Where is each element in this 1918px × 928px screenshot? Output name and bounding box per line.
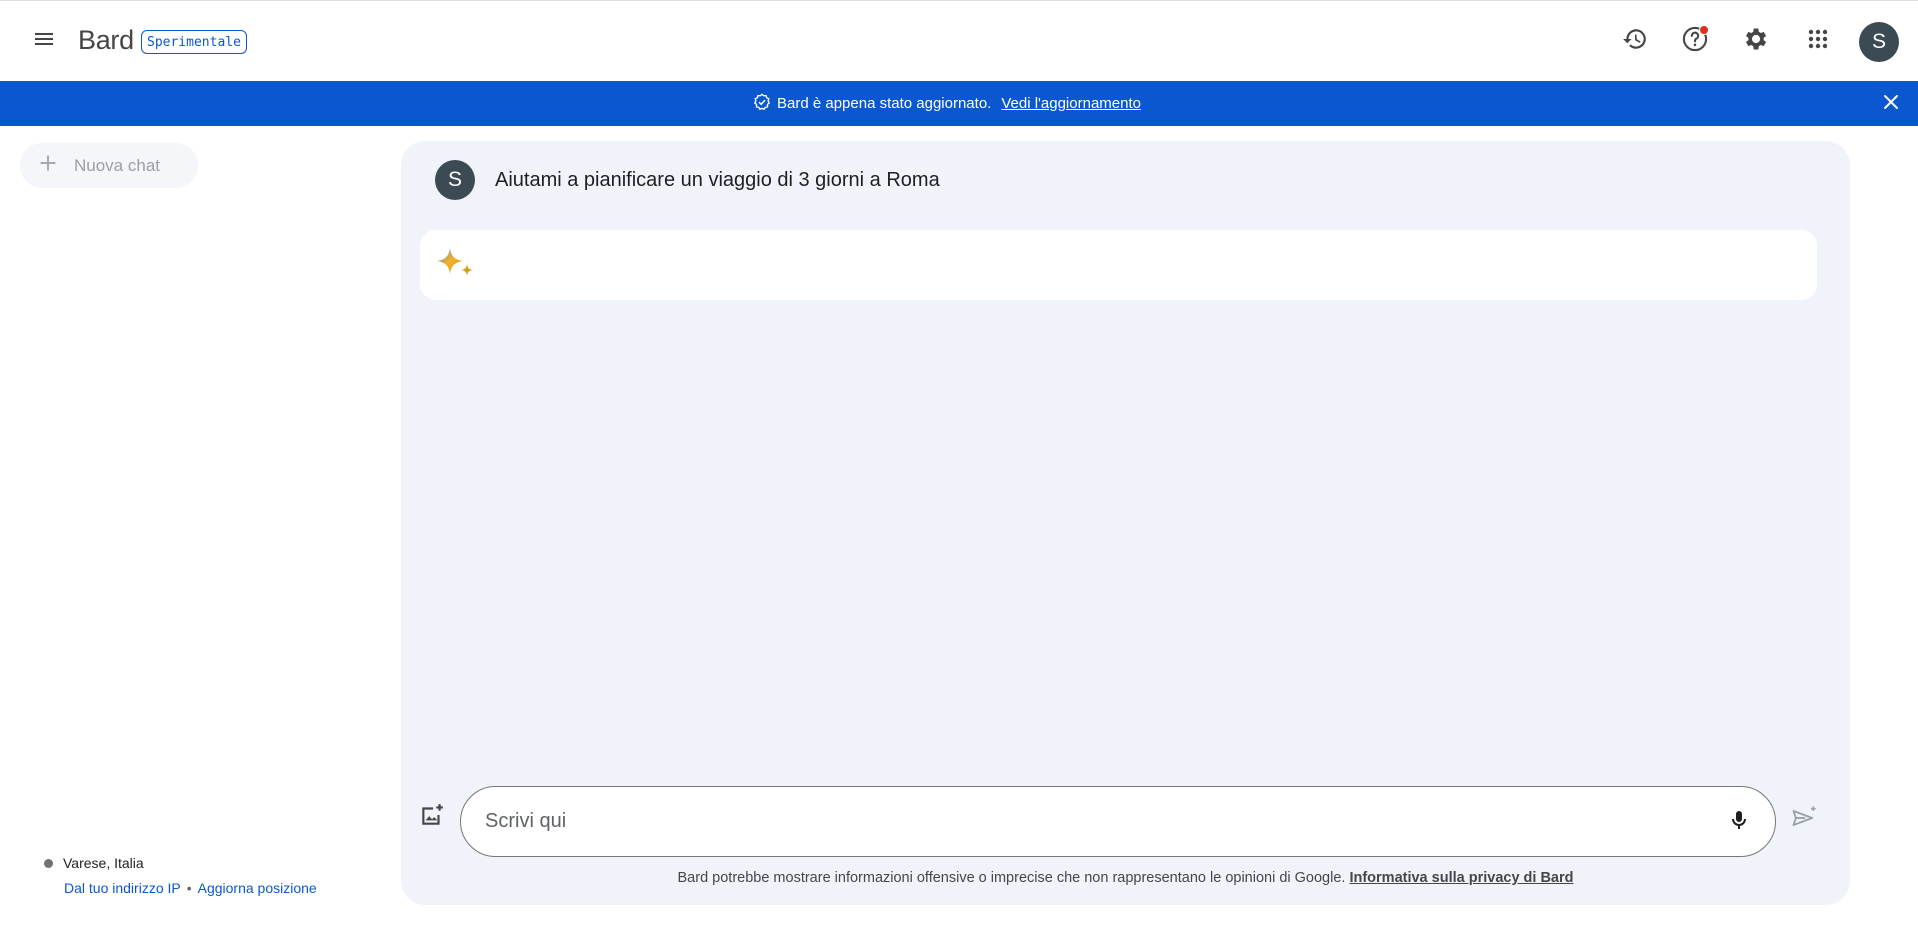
settings-button[interactable]	[1737, 23, 1773, 59]
user-prompt: S Aiutami a pianificare un viaggio di 3 …	[435, 160, 940, 200]
disclaimer-text: Bard potrebbe mostrare informazioni offe…	[677, 870, 1346, 886]
bard-logo[interactable]: Bard	[78, 25, 134, 56]
verified-icon	[753, 92, 771, 115]
user-prompt-text: Aiutami a pianificare un viaggio di 3 gi…	[495, 168, 940, 191]
chat-panel: S Aiutami a pianificare un viaggio di 3 …	[401, 141, 1850, 905]
location-separator: •	[186, 880, 192, 896]
prompt-input-box[interactable]	[460, 786, 1776, 857]
banner-close-button[interactable]	[1878, 91, 1904, 117]
see-update-link[interactable]: Vedi l'aggiornamento	[1001, 95, 1141, 112]
history-button[interactable]	[1617, 23, 1653, 59]
close-icon	[1882, 93, 1900, 115]
new-chat-label: Nuova chat	[74, 155, 160, 175]
prompt-input[interactable]	[483, 803, 1683, 839]
add-image-icon	[419, 802, 445, 833]
help-button[interactable]	[1677, 23, 1713, 59]
mic-icon	[1727, 808, 1751, 837]
experimental-badge: Sperimentale	[141, 30, 247, 54]
location-source-link[interactable]: Dal tuo indirizzo IP	[64, 880, 181, 896]
voice-input-button[interactable]	[1725, 808, 1753, 836]
update-banner: Bard è appena stato aggiornato. Vedi l'a…	[0, 81, 1918, 126]
plus-icon	[38, 153, 58, 178]
upload-image-button[interactable]	[415, 800, 449, 834]
notification-dot	[1699, 25, 1709, 35]
privacy-policy-link[interactable]: Informativa sulla privacy di Bard	[1349, 870, 1573, 886]
banner-text: Bard è appena stato aggiornato.	[777, 95, 992, 112]
location-place: Varese, Italia	[63, 855, 144, 871]
disclaimer: Bard potrebbe mostrare informazioni offe…	[401, 870, 1850, 886]
location-dot-icon	[44, 858, 53, 868]
send-icon	[1790, 804, 1818, 837]
response-card	[420, 230, 1817, 300]
main-menu-button[interactable]	[26, 23, 62, 59]
user-avatar: S	[435, 160, 475, 200]
apps-icon	[1806, 27, 1830, 56]
location-info: Varese, Italia Dal tuo indirizzo IP • Ag…	[44, 855, 317, 896]
new-chat-button[interactable]: Nuova chat	[20, 143, 198, 188]
menu-icon	[32, 27, 56, 56]
account-avatar[interactable]: S	[1859, 22, 1899, 62]
history-icon	[1622, 26, 1648, 57]
google-apps-button[interactable]	[1800, 23, 1836, 59]
top-bar: Bard Sperimentale S	[0, 0, 1918, 81]
send-button[interactable]	[1789, 805, 1819, 835]
settings-icon	[1741, 25, 1769, 58]
update-location-link[interactable]: Aggiorna posizione	[198, 880, 317, 896]
bard-sparkle-icon	[436, 246, 476, 287]
